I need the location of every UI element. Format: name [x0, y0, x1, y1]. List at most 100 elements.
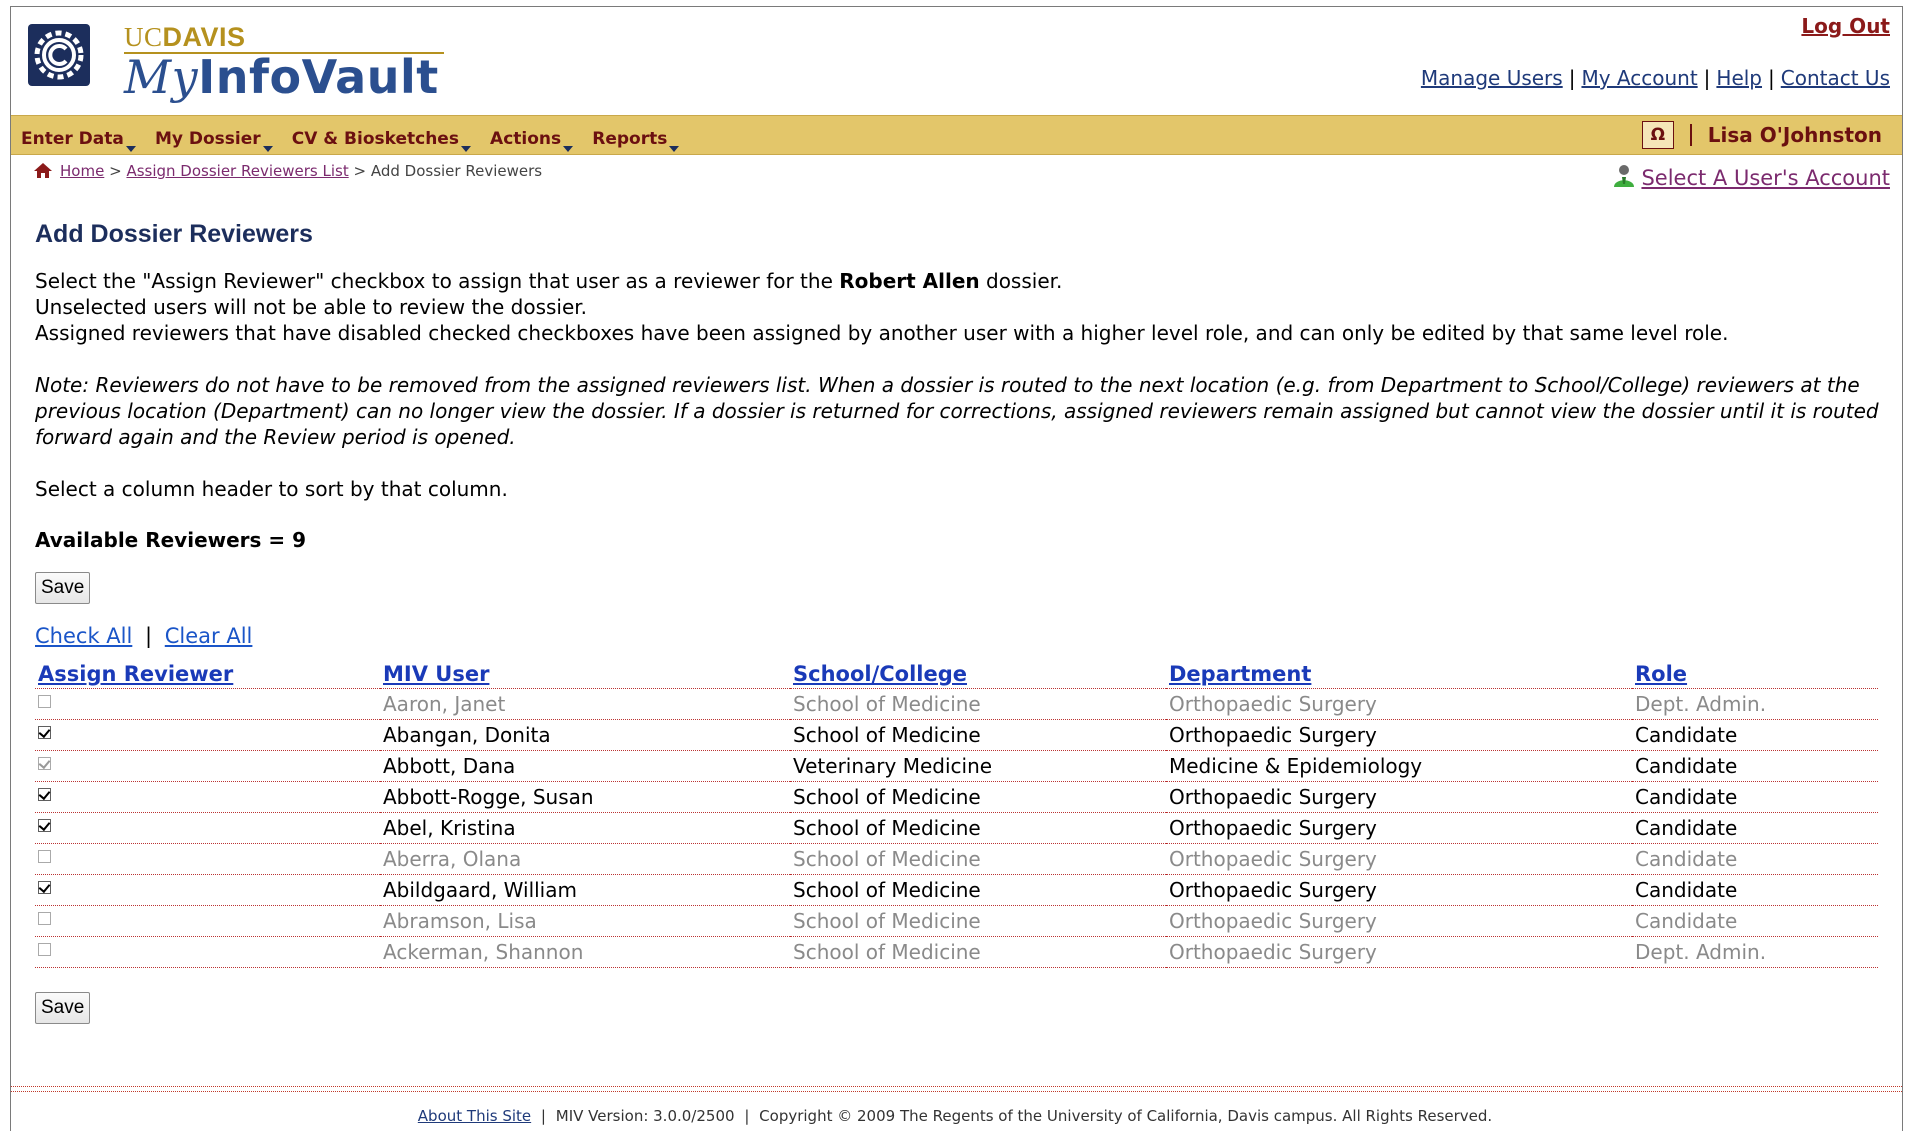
miv-user-cell: Aberra, Olana [380, 843, 790, 875]
breadcrumb-separator: > [109, 162, 122, 180]
chevron-down-icon [563, 146, 574, 152]
school-college-cell: Veterinary Medicine [790, 750, 1166, 782]
assign-reviewer-cell [35, 688, 380, 720]
department-cell: Orthopaedic Surgery [1166, 719, 1632, 751]
department-cell: Orthopaedic Surgery [1166, 843, 1632, 875]
nav-reports[interactable]: Reports [592, 129, 680, 152]
role-cell: Candidate [1632, 781, 1878, 813]
clear-all-link[interactable]: Clear All [165, 624, 253, 648]
table-row: Abildgaard, William School of Medicine Ort… [35, 874, 1878, 906]
role-cell: Candidate [1632, 812, 1878, 844]
department-cell: Orthopaedic Surgery [1166, 812, 1632, 844]
chevron-down-icon [262, 146, 273, 152]
about-this-site-link[interactable]: About This Site [418, 1107, 531, 1125]
main-content: Add Dossier Reviewers Select the "Assign… [35, 220, 1885, 1024]
logo-ucdavis-text: UCDAVIS [124, 22, 246, 52]
user-icon [1613, 164, 1635, 193]
nav-divider [1689, 124, 1692, 146]
breadcrumb-assign-list-link[interactable]: Assign Dossier Reviewers List [126, 162, 348, 180]
role-cell: Candidate [1632, 905, 1878, 937]
sort-department[interactable]: Department [1169, 662, 1311, 686]
footer: About This Site | MIV Version: 3.0.0/250… [0, 1107, 1910, 1125]
copyright: Copyright © 2009 The Regents of the Univ… [759, 1107, 1493, 1125]
assign-reviewer-cell [35, 874, 380, 906]
school-college-cell: School of Medicine [790, 719, 1166, 751]
assign-reviewer-checkbox[interactable] [38, 881, 51, 894]
breadcrumb-current: Add Dossier Reviewers [370, 162, 543, 180]
select-user-account-link[interactable]: Select A User's Account [1641, 166, 1890, 190]
assign-reviewer-cell [35, 843, 380, 875]
footer-separator: | [744, 1107, 750, 1125]
miv-user-cell: Abangan, Donita [380, 719, 790, 751]
sort-hint: Select a column header to sort by that c… [35, 477, 508, 501]
breadcrumb: Home > Assign Dossier Reviewers List > A… [34, 162, 542, 182]
table-row: Abbott-Rogge, Susan School of Medicine Ort… [35, 781, 1878, 813]
department-cell: Medicine & Epidemiology [1166, 750, 1632, 782]
miv-user-cell: Abbott-Rogge, Susan [380, 781, 790, 813]
main-nav-bar: Enter Data My Dossier CV & Biosketches A… [11, 115, 1902, 155]
role-cell: Candidate [1632, 843, 1878, 875]
assign-reviewer-checkbox [38, 850, 51, 863]
school-college-cell: School of Medicine [790, 781, 1166, 813]
assign-reviewer-checkbox [38, 943, 51, 956]
check-all-link[interactable]: Check All [35, 624, 132, 648]
chevron-down-icon [460, 146, 471, 152]
table-header-row: Assign Reviewer MIV User School/College … [35, 662, 1878, 689]
sort-school-college[interactable]: School/College [793, 662, 967, 686]
school-college-cell: School of Medicine [790, 812, 1166, 844]
sort-miv-user[interactable]: MIV User [383, 662, 489, 686]
dossier-owner-name: Robert Allen [839, 269, 980, 293]
disabled-info: Assigned reviewers that have disabled ch… [35, 321, 1729, 345]
reviewer-note: Note: Reviewers do not have to be remove… [35, 373, 1879, 449]
nav-cv-biosketches[interactable]: CV & Biosketches [292, 129, 471, 152]
assign-reviewer-cell [35, 750, 380, 782]
chevron-down-icon [125, 146, 136, 152]
manage-users-link[interactable]: Manage Users [1421, 66, 1563, 90]
assign-reviewer-checkbox[interactable] [38, 788, 51, 801]
my-account-link[interactable]: My Account [1581, 66, 1697, 90]
intro-text: Select the "Assign Reviewer" checkbox to… [35, 269, 1063, 293]
nav-actions[interactable]: Actions [490, 129, 574, 152]
chevron-down-icon [669, 146, 680, 152]
role-cell: Candidate [1632, 750, 1878, 782]
logout-link[interactable]: Log Out [1801, 14, 1890, 38]
breadcrumb-home-link[interactable]: Home [60, 162, 104, 180]
school-college-cell: School of Medicine [790, 936, 1166, 968]
contact-us-link[interactable]: Contact Us [1781, 66, 1890, 90]
table-row: Abramson, Lisa School of Medicine Orthopae… [35, 905, 1878, 937]
save-button-bottom[interactable]: Save [35, 992, 91, 1024]
table-row: Abangan, Donita School of Medicine Orthopa… [35, 719, 1878, 751]
footer-divider [11, 1086, 1902, 1092]
assign-reviewer-checkbox[interactable] [38, 726, 51, 739]
sort-role[interactable]: Role [1635, 662, 1687, 686]
current-user-name: Lisa O'Johnston [1707, 123, 1882, 147]
school-college-cell: School of Medicine [790, 843, 1166, 875]
role-cell: Dept. Admin. [1632, 936, 1878, 968]
role-cell: Candidate [1632, 719, 1878, 751]
available-reviewers-count: Available Reviewers = 9 [35, 528, 307, 552]
save-button-top[interactable]: Save [35, 572, 91, 604]
top-links: Manage Users | My Account | Help | Contact Us [1420, 66, 1890, 90]
assign-reviewer-checkbox [38, 912, 51, 925]
nav-my-dossier[interactable]: My Dossier [155, 129, 273, 152]
reviewers-table: Assign Reviewer MIV User School/College … [35, 662, 1878, 968]
help-link[interactable]: Help [1716, 66, 1762, 90]
school-college-cell: School of Medicine [790, 905, 1166, 937]
table-row: Abel, Kristina School of Medicine Orthopae… [35, 812, 1878, 844]
assign-reviewer-cell [35, 812, 380, 844]
miv-user-cell: Abbott, Dana [380, 750, 790, 782]
nav-enter-data[interactable]: Enter Data [21, 129, 136, 152]
logo-myinfovault-text: MyInfoVault [124, 50, 439, 104]
department-cell: Orthopaedic Surgery [1166, 688, 1632, 720]
table-row: Ackerman, Shannon School of Medicine Ortho… [35, 936, 1878, 968]
footer-separator: | [540, 1107, 546, 1125]
school-college-cell: School of Medicine [790, 874, 1166, 906]
sort-assign-reviewer[interactable]: Assign Reviewer [38, 662, 233, 686]
miv-user-cell: Abramson, Lisa [380, 905, 790, 937]
special-characters-button[interactable]: Ω [1641, 121, 1674, 149]
assign-reviewer-cell [35, 936, 380, 968]
unselected-info: Unselected users will not be able to rev… [35, 295, 588, 319]
logo-gear-icon [28, 24, 90, 86]
assign-reviewer-checkbox[interactable] [38, 819, 51, 832]
table-row: Aaron, Janet School of Medicine Orthopaedi… [35, 688, 1878, 720]
